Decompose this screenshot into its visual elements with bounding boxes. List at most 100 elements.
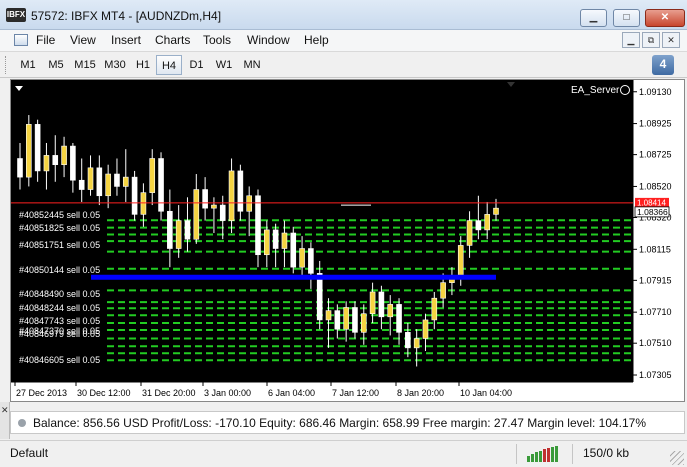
candle-body [360,313,367,333]
order-label: #40847743 sell 0.05 [19,316,100,326]
candle-body [440,282,446,299]
menu-tools[interactable]: Tools [203,33,231,47]
menu-charts[interactable]: Charts [155,33,190,47]
order-label: #40850144 sell 0.05 [19,265,100,275]
notification-badge[interactable]: 4 [652,55,674,75]
close-icon[interactable]: ✕ [1,405,9,416]
candle-body [290,232,297,268]
traffic-counter: 150/0 kb [583,446,630,460]
x-tick-label: 31 Dec 20:00 [142,388,196,398]
candle-body [17,158,23,178]
mdi-minimize-icon: ▁ [627,35,635,45]
candle-body [114,173,120,187]
mdi-close-button[interactable]: ✕ [662,32,680,48]
candle-body [122,176,129,187]
candle-body [149,158,156,193]
candle-body [202,189,208,209]
x-tick-label: 7 Jan 12:00 [332,388,379,398]
y-tick-label: 1.07710 [639,307,672,317]
y-tick-label: 1.08725 [639,150,672,160]
tf-d1[interactable]: D1 [183,55,210,75]
x-tick-label: 3 Jan 00:00 [204,388,251,398]
close-button[interactable]: ✕ [645,9,685,27]
account-status-icon [18,419,26,427]
minimize-button[interactable]: ▁ [580,9,607,27]
candle-body [140,192,147,215]
order-label: #40851825 sell 0.05 [19,223,100,233]
order-label: #40846979 sell 0.05 [19,329,100,339]
mdi-close-icon: ✕ [667,35,675,45]
candle-body [281,232,288,249]
tf-w1[interactable]: W1 [210,55,238,75]
candle-body [334,310,341,330]
candle-body [325,310,332,321]
candle-body [272,229,279,249]
candle-body [431,297,438,321]
mdi-minimize-button[interactable]: ▁ [622,32,640,48]
tf-h4[interactable]: H4 [156,55,182,75]
tf-m30[interactable]: M30 [100,55,130,75]
menu-file[interactable]: File [36,33,55,47]
candle-body [184,220,191,240]
candle-body [484,214,490,231]
candle-body [96,167,103,197]
y-tick-label: 1.07510 [639,338,672,348]
tf-m15[interactable]: M15 [70,55,100,75]
maximize-button[interactable]: □ [613,9,640,27]
minimize-icon: ▁ [589,12,598,23]
candle-body [378,291,385,318]
status-divider [516,444,517,464]
tf-mn[interactable]: MN [238,55,266,75]
candle-body [422,319,429,339]
candle-body [87,167,94,190]
menu-insert[interactable]: Insert [111,33,141,47]
y-tick-label: 1.08115 [639,244,671,254]
candle-body [246,195,252,212]
y-tick-label: 1.08925 [639,119,672,129]
status-divider [572,444,573,464]
app-logo: IBFX [6,8,26,22]
menu-help[interactable]: Help [304,33,329,47]
chart-window[interactable]: #40852445 sell 0.05 #40851825 sell 0.05 #4… [10,79,685,402]
candle-body [175,220,182,249]
candle-body [369,291,376,315]
candle-body [343,307,349,330]
candle-body [193,189,200,240]
candle-body [211,204,217,209]
candle-body [237,170,244,212]
price-chart[interactable]: #40852445 sell 0.05 #40851825 sell 0.05 #4… [11,80,684,401]
maximize-icon: □ [623,12,630,23]
order-label: #40848244 sell 0.05 [19,303,100,313]
mdi-restore-button[interactable]: ⧉ [642,32,660,48]
candle-body [352,307,358,333]
candle-body [78,179,85,190]
x-tick-label: 30 Dec 12:00 [77,388,131,398]
tf-m1[interactable]: M1 [14,55,42,75]
menu-view[interactable]: View [70,33,96,47]
chart-background [11,80,633,382]
candle-body [105,173,111,197]
chart-window-icon[interactable] [14,34,28,46]
x-tick-label: 27 Dec 2013 [16,388,67,398]
x-tick-label: 8 Jan 20:00 [397,388,444,398]
candle-body [457,245,464,277]
candle-body [52,155,59,166]
candle-body [405,332,411,349]
y-tick-label: 1.08520 [639,181,672,191]
order-label: #40846605 sell 0.05 [19,355,100,365]
candle-body [475,220,482,231]
candle-body [493,207,499,215]
y-tick-label: 1.09130 [639,87,672,97]
candle-body [228,170,235,221]
candle-body [70,145,76,181]
expert-label: EA_Server [571,85,620,96]
menu-window[interactable]: Window [247,33,290,47]
bid-price-label: 1.08366 [637,207,668,217]
y-tick-label: 1.07915 [639,275,672,285]
resize-grip[interactable] [670,451,684,465]
tf-h1[interactable]: H1 [130,55,156,75]
tf-m5[interactable]: M5 [42,55,70,75]
candle-body [61,145,67,166]
toolbar-grip[interactable] [5,56,8,74]
candle-body [413,338,420,349]
